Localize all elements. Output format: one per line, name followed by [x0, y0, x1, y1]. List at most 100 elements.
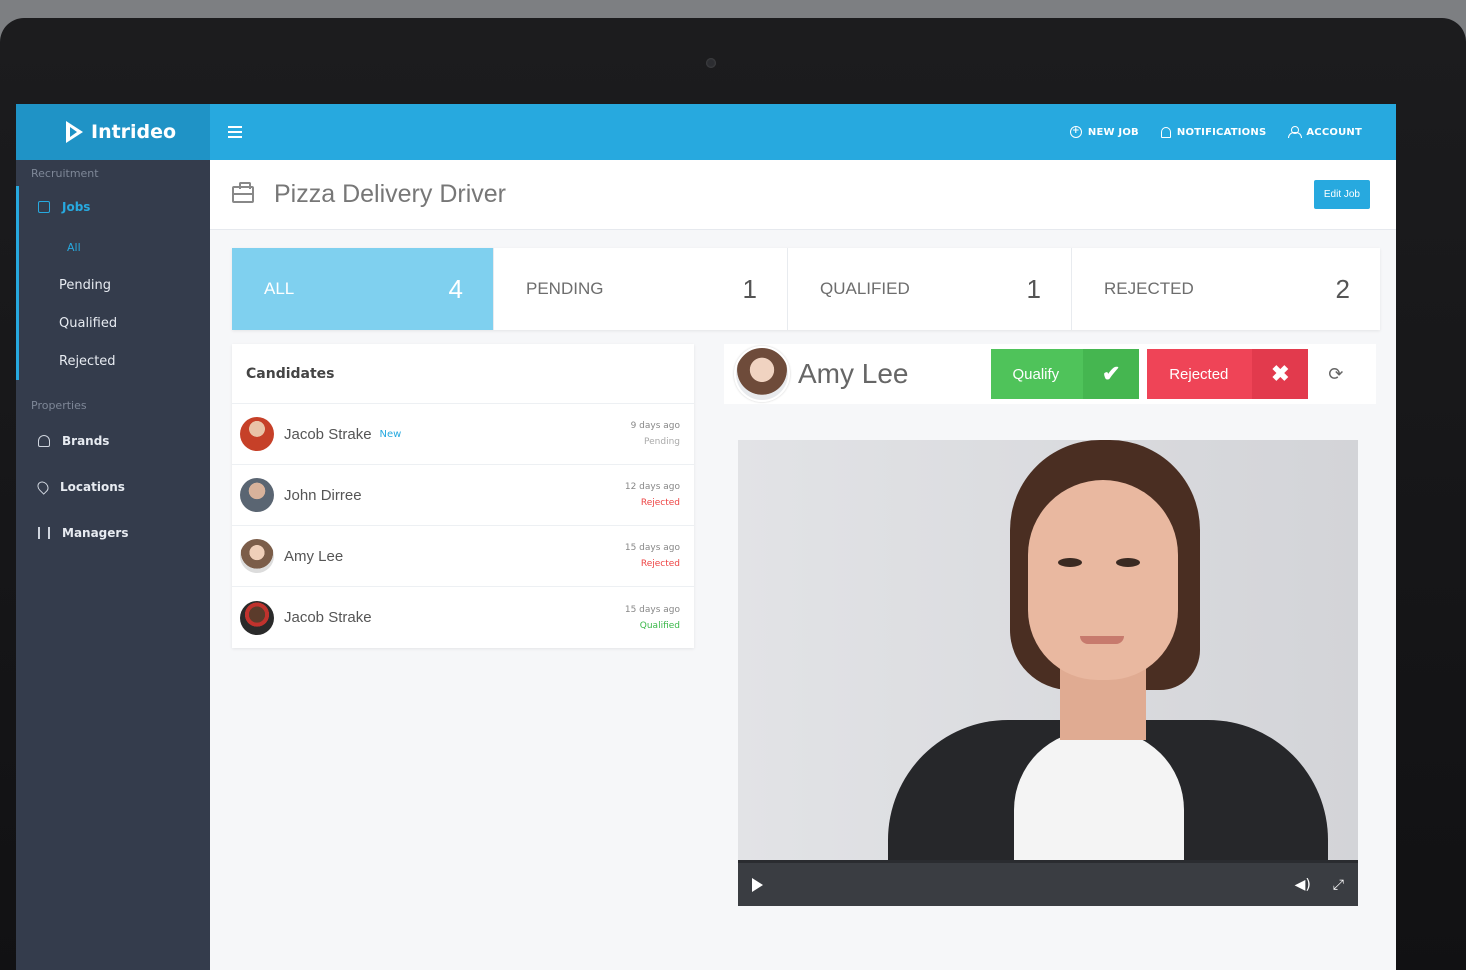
main-content: Pizza Delivery Driver Edit Job ALL 4 PEN… [210, 160, 1396, 970]
table-row[interactable]: Amy Lee 15 days ago Rejected [232, 526, 694, 587]
candidate-meta: 12 days ago Rejected [625, 482, 680, 508]
video-frame [738, 440, 1358, 880]
sidebar-subitem-pending[interactable]: Pending [19, 266, 210, 304]
sidebar-item-label: Brands [62, 434, 110, 448]
account-label: ACCOUNT [1306, 126, 1362, 138]
location-pin-icon [35, 479, 51, 495]
video-person-eye [1116, 558, 1140, 567]
tab-qualified[interactable]: QUALIFIED 1 [788, 248, 1072, 330]
check-icon: ✔ [1083, 349, 1140, 399]
play-logo-icon [66, 121, 83, 143]
sidebar-item-brands[interactable]: Brands [16, 418, 210, 464]
candidate-name: Jacob Strake [284, 609, 372, 626]
sidebar: Recruitment Jobs All Pending Qualified R… [16, 160, 210, 970]
briefcase-icon [232, 182, 254, 203]
notifications-link[interactable]: NOTIFICATIONS [1160, 126, 1267, 138]
tab-count: 2 [1335, 273, 1350, 304]
tab-label: ALL [264, 279, 295, 298]
sidebar-item-label: Managers [62, 526, 129, 540]
bell-icon [1160, 126, 1171, 138]
plus-circle-icon: + [1069, 126, 1082, 138]
camera-dot [706, 58, 716, 68]
top-bar: Intrideo + NEW JOB NOTIFICATIONS ACCOUNT [16, 104, 1396, 160]
new-job-label: NEW JOB [1087, 126, 1139, 138]
sidebar-item-label: Locations [60, 480, 125, 494]
tab-count: 4 [448, 273, 463, 304]
candidate-date: 15 days ago [624, 543, 680, 553]
sidebar-heading-recruitment: Recruitment [31, 166, 99, 180]
tab-count: 1 [742, 273, 757, 304]
avatar [734, 346, 790, 402]
candidate-name: Amy Lee [284, 547, 344, 565]
qualify-button[interactable]: Qualify ✔ [990, 349, 1140, 399]
tab-pending[interactable]: PENDING 1 [494, 248, 788, 330]
calendar-icon [38, 201, 50, 213]
tab-label: QUALIFIED [820, 279, 910, 298]
new-badge: New [379, 428, 402, 440]
new-job-link[interactable]: + NEW JOB [1069, 126, 1139, 138]
candidate-date: 15 days ago [624, 604, 680, 615]
managers-icon [38, 527, 50, 539]
sidebar-item-jobs[interactable]: Jobs [19, 186, 210, 228]
top-nav: + NEW JOB NOTIFICATIONS ACCOUNT [1069, 126, 1396, 138]
candidate-meta: 15 days ago Rejected [625, 543, 680, 569]
table-row[interactable]: John Dirree 12 days ago Rejected [232, 465, 694, 526]
candidate-date: 9 days ago [630, 421, 680, 431]
video-person-shirt [1014, 730, 1184, 880]
tab-count: 1 [1026, 273, 1041, 304]
tab-label: REJECTED [1104, 279, 1194, 298]
tab-all[interactable]: ALL 4 [232, 248, 494, 330]
close-icon: ✖ [1252, 349, 1309, 399]
sidebar-heading-properties: Properties [31, 398, 87, 412]
brand-logo[interactable]: Intrideo [16, 104, 210, 160]
candidate-detail-header: Amy Lee Qualify ✔ Rejected ✖ ⟳ [724, 344, 1376, 404]
candidate-date: 12 days ago [624, 482, 680, 492]
status-tabs: ALL 4 PENDING 1 QUALIFIED 1 REJECTED 2 [232, 248, 1380, 330]
sidebar-item-locations[interactable]: Locations [16, 464, 210, 510]
video-person-mouth [1080, 636, 1124, 644]
page-title: Pizza Delivery Driver [274, 180, 506, 208]
user-icon [1288, 126, 1303, 138]
candidates-heading: Candidates [232, 344, 694, 404]
sidebar-subitem-qualified[interactable]: Qualified [19, 304, 210, 342]
candidate-detail-name: Amy Lee [798, 358, 909, 389]
page-header: Pizza Delivery Driver Edit Job [210, 160, 1396, 230]
candidate-name: Jacob Strake [284, 425, 372, 443]
video-controls: ◀) ⤢ [738, 860, 1358, 906]
candidate-name: John Dirree [284, 486, 362, 504]
play-icon[interactable] [752, 877, 763, 892]
avatar [240, 478, 274, 512]
refresh-icon[interactable]: ⟳ [1328, 364, 1343, 385]
jobs-group: Jobs All Pending Qualified Rejected [16, 186, 210, 380]
sidebar-subitem-all[interactable]: All [19, 228, 210, 266]
app-screen: Intrideo + NEW JOB NOTIFICATIONS ACCOUNT… [16, 104, 1396, 970]
volume-icon[interactable]: ◀) [1295, 877, 1311, 893]
table-row[interactable]: Jacob Strake 15 days ago Qualified [232, 587, 694, 648]
video-person-eye [1058, 558, 1082, 567]
brand-icon [38, 435, 50, 447]
reject-button[interactable]: Rejected ✖ [1147, 349, 1309, 399]
sidebar-item-managers[interactable]: Managers [16, 510, 210, 556]
status-badge: Qualified [639, 620, 680, 631]
table-row[interactable]: Jacob Strake New 9 days ago Pending [232, 404, 694, 465]
candidate-meta: 9 days ago Pending [631, 421, 680, 447]
video-person-face [1028, 480, 1178, 680]
avatar [240, 417, 274, 451]
status-badge: Pending [644, 437, 680, 447]
reject-label: Rejected [1169, 365, 1229, 383]
account-link[interactable]: ACCOUNT [1288, 126, 1362, 138]
edit-job-button[interactable]: Edit Job [1313, 180, 1370, 209]
tab-label: PENDING [526, 279, 604, 298]
fullscreen-icon[interactable]: ⤢ [1333, 877, 1344, 893]
brand-name: Intrideo [91, 121, 177, 143]
candidate-meta: 15 days ago Qualified [625, 605, 680, 631]
sidebar-subitem-rejected[interactable]: Rejected [19, 342, 210, 380]
qualify-label: Qualify [1012, 365, 1060, 383]
video-player[interactable]: ◀) ⤢ [738, 440, 1358, 906]
avatar [240, 539, 274, 573]
candidates-panel: Candidates Jacob Strake New 9 days ago P… [232, 344, 694, 648]
sidebar-item-label: Jobs [62, 200, 91, 214]
menu-toggle-icon[interactable] [228, 126, 242, 138]
notifications-label: NOTIFICATIONS [1176, 126, 1267, 138]
tab-rejected[interactable]: REJECTED 2 [1072, 248, 1380, 330]
